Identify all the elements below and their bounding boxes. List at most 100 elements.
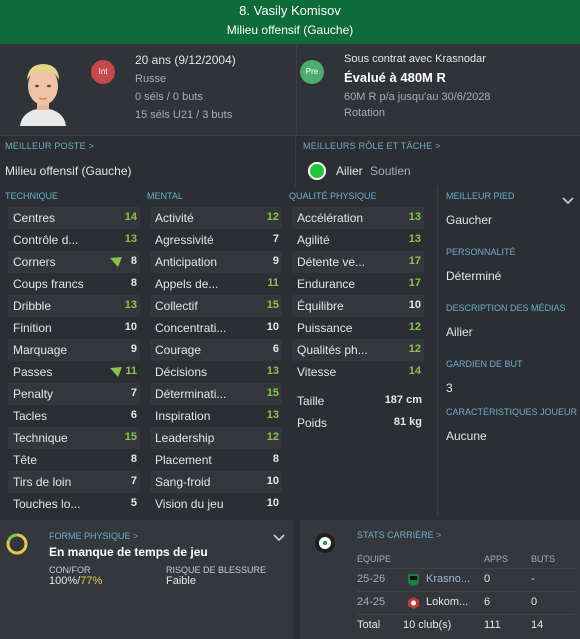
attribute-value: 13	[124, 233, 137, 245]
media-description-value: Ailier	[446, 325, 473, 339]
attribute-row[interactable]: Concentrati... 10	[150, 317, 282, 339]
player-name: 8. Vasily Komisov	[239, 3, 341, 18]
attribute-row[interactable]: Passes 11	[8, 361, 140, 383]
attribute-row[interactable]: Technique 15	[8, 427, 140, 449]
career-stats-label[interactable]: STATS CARRIÈRE >	[357, 530, 441, 540]
match-fitness-percent: 77%	[80, 575, 103, 587]
attribute-row[interactable]: Appels de... 11	[150, 273, 282, 295]
attribute-row[interactable]: Marquage 9	[8, 339, 140, 361]
personality-value: Déterminé	[446, 269, 502, 283]
table-row[interactable]: 24-25 Lokom... 6 0	[357, 591, 574, 614]
attribute-value: 13	[408, 211, 421, 223]
attribute-name: Endurance	[297, 277, 356, 291]
player-age: 20 ans (9/12/2004)	[135, 53, 236, 67]
attribute-row[interactable]: Puissance 12	[292, 317, 424, 339]
attribute-row[interactable]: Collectif 15	[150, 295, 282, 317]
attribute-value: 15	[266, 387, 279, 399]
attribute-row[interactable]: Tête 8	[8, 449, 140, 471]
player-nationality: Russe	[135, 73, 167, 85]
total-apps: 111	[484, 619, 501, 631]
attribute-row[interactable]: Qualités ph... 12	[292, 339, 424, 361]
league-badge[interactable]: Pre	[300, 60, 324, 84]
attribute-row[interactable]: Inspiration 13	[150, 405, 282, 427]
attribute-name: Détente ve...	[297, 255, 366, 269]
media-description-label: DESCRIPTION DES MÉDIAS	[446, 303, 566, 313]
goals: -	[531, 573, 535, 585]
best-position-label[interactable]: MEILLEUR POSTE >	[5, 141, 94, 151]
best-role-panel[interactable]: MEILLEURS RÔLE ET TÂCHE > Ailier Soutien	[297, 136, 580, 186]
football-icon	[315, 533, 335, 553]
attribute-name: Centres	[13, 211, 56, 225]
condition-percent: 100%	[49, 575, 78, 587]
player-traits[interactable]: CARACTÉRISTIQUES JOUEUR Aucune	[446, 407, 577, 443]
attribute-row[interactable]: Corners 8	[8, 251, 140, 273]
attribute-value: 14	[124, 211, 137, 223]
total-label: Total	[357, 619, 381, 631]
attribute-row[interactable]: Tacles 6	[8, 405, 140, 427]
attribute-row[interactable]: Sang-froid 10	[150, 471, 282, 493]
best-position-value: Milieu offensif (Gauche)	[5, 164, 132, 178]
player-role: Milieu offensif (Gauche)	[226, 23, 354, 37]
attribute-row[interactable]: Activité 12	[150, 207, 282, 229]
injury-risk-label: RISQUE DE BLESSURE	[166, 565, 267, 575]
attribute-row[interactable]: Centres 14	[8, 207, 140, 229]
chevron-down-icon[interactable]	[273, 533, 285, 543]
club-name-link[interactable]: Krasno...	[426, 573, 470, 585]
total-goals: 14	[531, 619, 544, 631]
player-info-bar: Int 20 ans (9/12/2004) Russe 0 séls / 0 …	[0, 44, 580, 136]
height-label: Taille	[297, 394, 325, 408]
attribute-row[interactable]: Placement 8	[150, 449, 282, 471]
attribute-row[interactable]: Équilibre 10	[292, 295, 424, 317]
squad-status: Rotation	[344, 107, 385, 119]
attribute-name: Tirs de loin	[13, 475, 72, 489]
personality[interactable]: PERSONNALITÉ Déterminé	[446, 247, 516, 283]
attribute-value: 15	[124, 431, 137, 443]
attribute-name: Penalty	[13, 387, 54, 401]
attribute-row[interactable]: Finition 10	[8, 317, 140, 339]
attribute-value: 12	[266, 211, 279, 223]
attribute-row[interactable]: Courage 6	[150, 339, 282, 361]
attribute-name: Agilité	[297, 233, 330, 247]
international-badge[interactable]: Int	[91, 60, 115, 84]
attribute-row[interactable]: Accélération 13	[292, 207, 424, 229]
attribute-row[interactable]: Détente ve... 17	[292, 251, 424, 273]
attribute-row[interactable]: Touches lo... 5	[8, 493, 140, 515]
goalkeeper-rating: GARDIEN DE BUT 3	[446, 359, 523, 395]
best-position-panel[interactable]: MEILLEUR POSTE > Milieu offensif (Gauche…	[0, 136, 296, 186]
attribute-name: Accélération	[297, 211, 364, 225]
attribute-row[interactable]: Décisions 13	[150, 361, 282, 383]
attribute-row[interactable]: Vitesse 14	[292, 361, 424, 383]
attribute-row[interactable]: Endurance 17	[292, 273, 424, 295]
media-description[interactable]: DESCRIPTION DES MÉDIAS Ailier	[446, 303, 566, 339]
attribute-row[interactable]: Coups francs 8	[8, 273, 140, 295]
attribute-row[interactable]: Anticipation 9	[150, 251, 282, 273]
chevron-down-icon[interactable]	[562, 196, 574, 206]
injury-risk-value: Faible	[166, 575, 196, 587]
attribute-row[interactable]: Dribble 13	[8, 295, 140, 317]
attribute-value: 9	[272, 255, 279, 267]
attribute-row[interactable]: Contrôle d... 13	[8, 229, 140, 251]
attribute-row[interactable]: Agressivité 7	[150, 229, 282, 251]
physical-section-title: QUALITÉ PHYSIQUE	[289, 191, 377, 201]
attribute-name: Collectif	[155, 299, 198, 313]
fitness-label[interactable]: FORME PHYSIQUE >	[49, 531, 138, 541]
attribute-row[interactable]: Déterminati... 15	[150, 383, 282, 405]
attribute-value: 10	[266, 321, 279, 333]
attribute-value: 11	[125, 365, 137, 377]
attribute-row[interactable]: Leadership 12	[150, 427, 282, 449]
attribute-row[interactable]: Agilité 13	[292, 229, 424, 251]
attribute-row[interactable]: Vision du jeu 10	[150, 493, 282, 515]
attribute-value: 12	[266, 431, 279, 443]
attribute-row[interactable]: Penalty 7	[8, 383, 140, 405]
best-role-label[interactable]: MEILLEURS RÔLE ET TÂCHE >	[303, 141, 440, 151]
best-foot-label: MEILLEUR PIED	[446, 191, 515, 201]
column-goals: BUTS	[531, 554, 556, 564]
apps: 6	[484, 596, 491, 608]
table-row[interactable]: 25-26 Krasno... 0 -	[357, 568, 574, 591]
club-name[interactable]: Lokom...	[426, 596, 468, 608]
attribute-value: 13	[124, 299, 137, 311]
goalkeeper-value: 3	[446, 381, 453, 395]
condition-label: CON/FOR	[49, 565, 91, 575]
role-duty: Soutien	[370, 164, 411, 178]
attribute-row[interactable]: Tirs de loin 7	[8, 471, 140, 493]
